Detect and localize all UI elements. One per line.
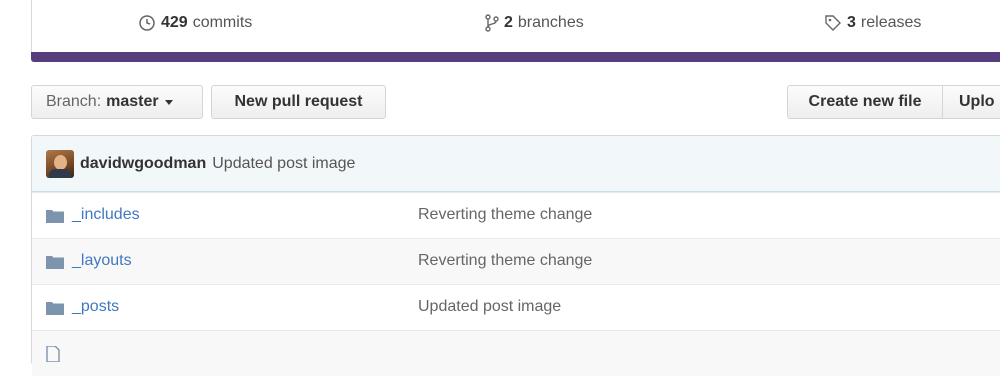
commits-link[interactable]: 429 commits <box>138 14 252 32</box>
file-name-link[interactable]: _posts <box>72 298 119 316</box>
branches-label: branches <box>517 14 584 31</box>
table-row: _includes Reverting theme change <box>32 192 1000 238</box>
commits-label: commits <box>192 14 253 31</box>
avatar-shirt <box>49 168 71 178</box>
table-row: _posts Updated post image <box>32 284 1000 330</box>
file-name-link[interactable]: _layouts <box>72 252 132 270</box>
tag-icon <box>825 15 841 31</box>
new-pull-request-button[interactable]: New pull request <box>211 85 386 119</box>
table-row <box>32 330 1000 376</box>
upload-files-button[interactable]: Uplo <box>942 85 1000 119</box>
folder-icon <box>46 210 64 223</box>
releases-count: 3 <box>847 14 856 31</box>
folder-icon <box>46 302 64 315</box>
branch-icon <box>485 14 499 32</box>
file-name-link[interactable]: _includes <box>72 206 140 224</box>
commits-count: 429 <box>161 14 188 31</box>
branches-link[interactable]: 2 branches <box>485 14 584 32</box>
branch-select-button[interactable]: Branch: master <box>31 85 203 119</box>
releases-link[interactable]: 3 releases <box>824 14 921 32</box>
create-new-file-button[interactable]: Create new file <box>787 85 943 119</box>
file-commit-message-link[interactable]: Updated post image <box>418 298 561 316</box>
latest-commit-bar: davidwgoodman Updated post image <box>32 136 1000 192</box>
file-icon <box>46 346 60 362</box>
releases-label: releases <box>860 14 922 31</box>
language-bar[interactable] <box>31 52 1000 62</box>
branch-select-label: Branch: <box>46 93 102 110</box>
commit-message-link[interactable]: Updated post image <box>212 155 355 173</box>
repo-summary: 429 commits 2 branches 3 releases <box>31 0 1000 52</box>
avatar-face <box>54 154 67 170</box>
chevron-down-icon <box>164 99 173 105</box>
branch-select-value: master <box>106 93 159 110</box>
branches-count: 2 <box>504 14 513 31</box>
commit-author-link[interactable]: davidwgoodman <box>80 155 206 173</box>
file-commit-message-link[interactable]: Reverting theme change <box>418 252 592 270</box>
history-icon <box>139 15 155 31</box>
avatar[interactable] <box>46 149 74 178</box>
file-commit-message-link[interactable]: Reverting theme change <box>418 206 592 224</box>
table-row: _layouts Reverting theme change <box>32 238 1000 284</box>
file-table: davidwgoodman Updated post image _includ… <box>31 135 1000 376</box>
folder-icon <box>46 256 64 269</box>
